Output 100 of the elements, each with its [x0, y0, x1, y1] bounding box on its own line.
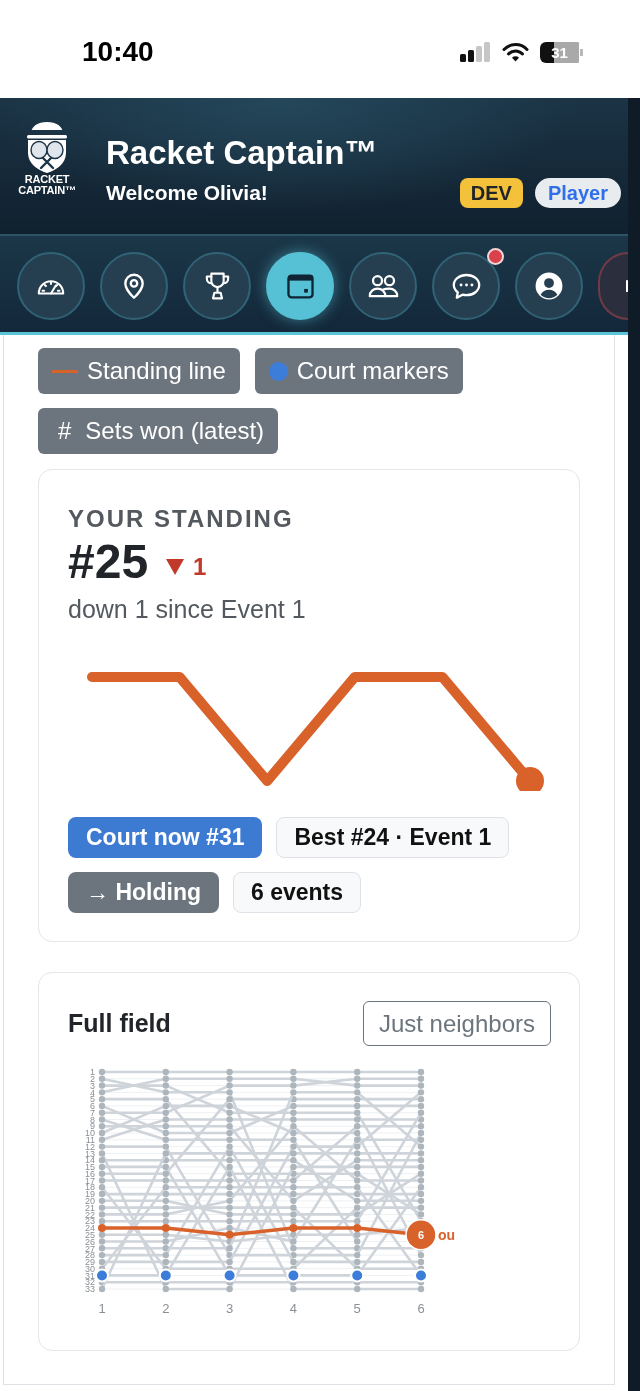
y-tick-label: 33 [85, 1284, 95, 1295]
point [354, 1177, 361, 1184]
point [225, 1230, 234, 1239]
point [98, 1184, 106, 1191]
point [98, 1163, 106, 1171]
standing-heading: YOUR STANDING [68, 504, 295, 534]
point [162, 1136, 169, 1144]
point [98, 1109, 106, 1116]
point [162, 1116, 169, 1123]
sets-won-value: 6 [417, 1228, 425, 1241]
point [98, 1143, 106, 1150]
point [162, 1143, 169, 1150]
logo-text: RACKET [24, 174, 70, 185]
point [98, 1129, 106, 1137]
info-pill: → Holding [68, 872, 219, 913]
point [98, 1123, 106, 1130]
point [354, 1089, 361, 1096]
point [354, 1231, 361, 1238]
point [354, 1109, 361, 1116]
point [290, 1177, 297, 1184]
point [162, 1082, 169, 1089]
point [417, 1163, 425, 1171]
point [290, 1211, 297, 1218]
point [417, 1170, 425, 1177]
point [354, 1123, 361, 1130]
trophy-icon [203, 272, 231, 300]
point [417, 1211, 425, 1218]
point [290, 1163, 297, 1171]
point [98, 1217, 106, 1225]
point [226, 1245, 233, 1252]
nav-button[interactable] [266, 252, 334, 320]
x-tick-label: 5 [353, 1301, 361, 1316]
point [290, 1190, 297, 1198]
point [354, 1129, 361, 1137]
point [290, 1258, 297, 1266]
point [354, 1082, 361, 1089]
point [290, 1217, 297, 1225]
point [98, 1204, 106, 1211]
series-label: ou [438, 1226, 456, 1243]
point [162, 1095, 169, 1103]
legend-chip[interactable]: Standing line [38, 348, 240, 394]
x-tick-label: 6 [417, 1301, 425, 1316]
point [98, 1211, 106, 1218]
legend-chip[interactable]: # Sets won (latest) [38, 408, 279, 454]
point [354, 1116, 361, 1123]
calendar-icon [286, 273, 314, 299]
point [98, 1170, 106, 1177]
point [290, 1075, 297, 1082]
point [417, 1075, 425, 1082]
point [226, 1116, 233, 1123]
x-tick-label: 1 [98, 1301, 106, 1316]
x-tick-label: 2 [162, 1301, 170, 1316]
point [98, 1082, 106, 1089]
point [417, 1068, 425, 1076]
header-badge: DEV [459, 178, 523, 208]
point [98, 1258, 106, 1266]
point [226, 1136, 233, 1144]
legend-chip[interactable]: Court markers [254, 348, 463, 394]
point [354, 1258, 361, 1266]
point [417, 1089, 425, 1096]
point [226, 1109, 233, 1116]
point [417, 1197, 425, 1205]
point [290, 1102, 297, 1110]
point [226, 1190, 233, 1198]
point [226, 1068, 233, 1076]
welcome-message: Welcome Olivia! [106, 180, 269, 206]
point [417, 1129, 425, 1137]
point [354, 1150, 361, 1157]
point [290, 1184, 297, 1191]
y-tick-label: 11 [85, 1135, 95, 1145]
point [226, 1184, 233, 1191]
point [226, 1217, 233, 1225]
info-pill: Court now #31 [68, 817, 263, 858]
point [290, 1136, 297, 1144]
point [162, 1251, 169, 1259]
court-marker [222, 1268, 237, 1283]
point [162, 1184, 169, 1191]
point [98, 1102, 106, 1110]
point [290, 1204, 297, 1211]
point [354, 1238, 361, 1245]
point [226, 1285, 233, 1293]
point [417, 1204, 425, 1211]
toggle-button[interactable]: Just neighbors [362, 1001, 551, 1046]
point [162, 1238, 169, 1245]
point [98, 1150, 106, 1157]
point [417, 1095, 425, 1103]
point [354, 1197, 361, 1205]
point [353, 1223, 362, 1232]
point [417, 1123, 425, 1130]
point [98, 1223, 106, 1232]
people-icon [367, 274, 399, 298]
point [162, 1177, 169, 1184]
point [354, 1285, 361, 1293]
point [417, 1143, 425, 1150]
point [226, 1163, 233, 1171]
point [354, 1251, 361, 1259]
point [354, 1136, 361, 1144]
point [417, 1184, 425, 1191]
point [162, 1197, 169, 1205]
point [417, 1150, 425, 1157]
